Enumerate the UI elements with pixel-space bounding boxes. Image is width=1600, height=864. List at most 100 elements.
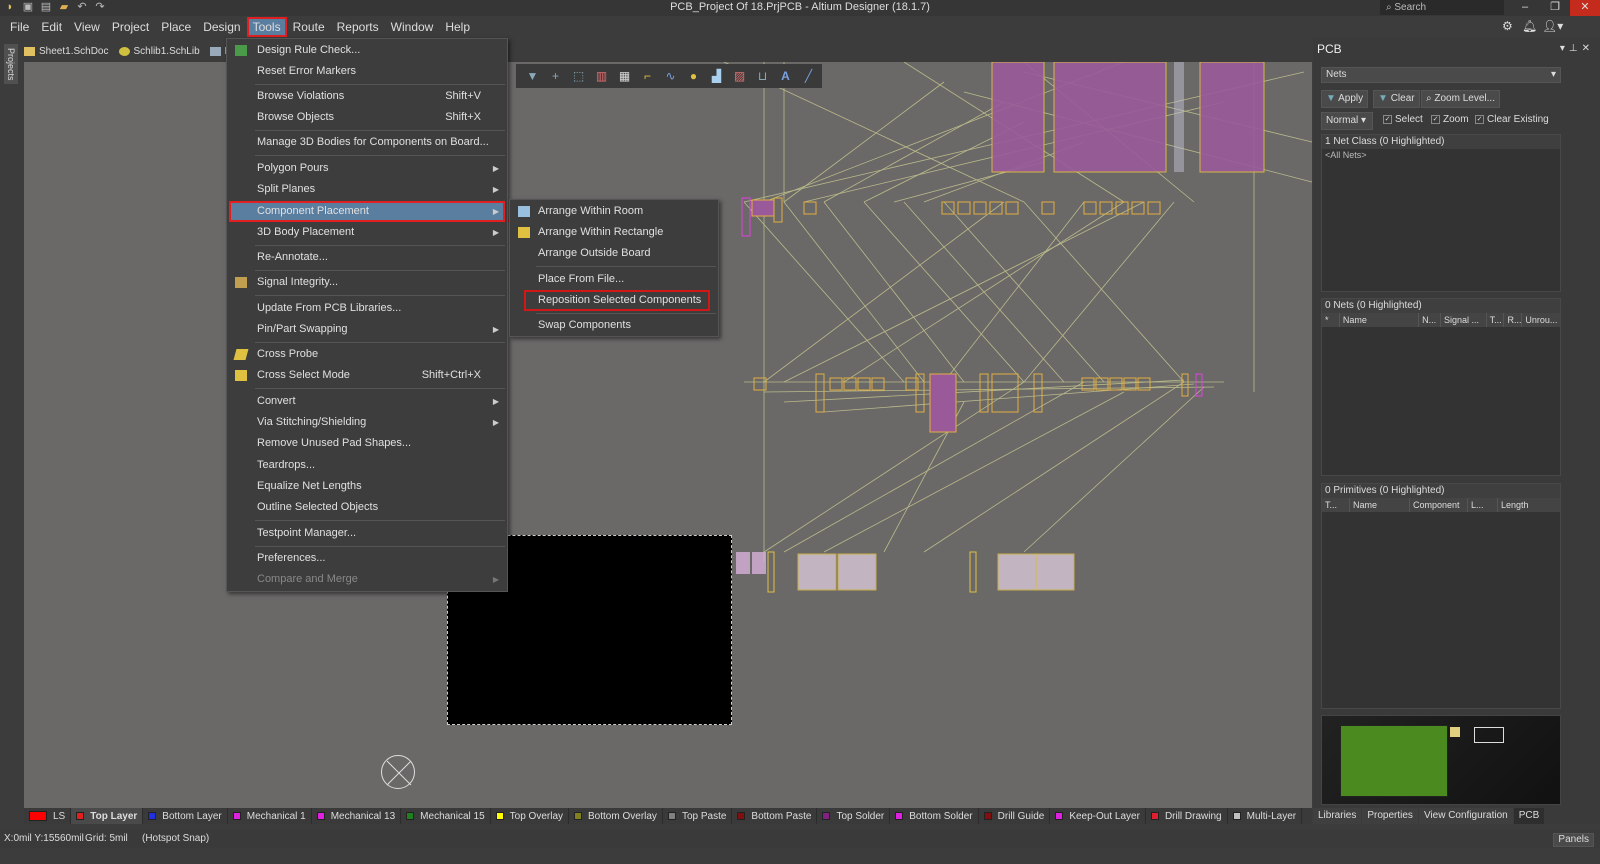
- submenu-item-swap-components[interactable]: Swap Components: [512, 315, 716, 336]
- tab-view-configuration[interactable]: View Configuration: [1418, 808, 1513, 824]
- layer-tab-top-overlay[interactable]: Top Overlay: [491, 808, 570, 824]
- menu-project[interactable]: Project: [106, 17, 155, 37]
- board-preview[interactable]: [1321, 715, 1561, 805]
- menu-item-polygon-pours[interactable]: Polygon Pours ▶: [229, 158, 505, 179]
- projects-tab[interactable]: Projects: [4, 44, 18, 84]
- col-header[interactable]: N...: [1419, 313, 1441, 327]
- menu-window[interactable]: Window: [385, 17, 440, 37]
- submenu-item-reposition-selected-components[interactable]: Reposition Selected Components: [524, 290, 710, 311]
- menu-item-3d-body-placement[interactable]: 3D Body Placement ▶: [229, 222, 505, 243]
- col-header[interactable]: Unrou...: [1522, 313, 1560, 327]
- place-pad-icon[interactable]: ●: [685, 68, 702, 85]
- menu-file[interactable]: File: [4, 17, 35, 37]
- clear-button[interactable]: ▼ Clear: [1373, 90, 1420, 108]
- layer-tab-drill-drawing[interactable]: Drill Drawing: [1146, 808, 1228, 824]
- layer-tab-top-solder[interactable]: Top Solder: [817, 808, 891, 824]
- layer-tab-bottom-layer[interactable]: Bottom Layer: [143, 808, 228, 824]
- menu-place[interactable]: Place: [155, 17, 197, 37]
- menu-item-signal-integrity[interactable]: Signal Integrity...: [229, 272, 505, 293]
- line-icon[interactable]: ╱: [800, 68, 817, 85]
- col-header[interactable]: *: [1322, 313, 1340, 327]
- search-input[interactable]: ⌕ Search: [1380, 0, 1504, 15]
- col-header[interactable]: Signal ...: [1441, 313, 1487, 327]
- layer-tab-bottom-overlay[interactable]: Bottom Overlay: [569, 808, 663, 824]
- submenu-item-place-from-file[interactable]: Place From File...: [512, 269, 716, 290]
- col-header-name[interactable]: Name: [1350, 498, 1410, 512]
- menu-item-split-planes[interactable]: Split Planes ▶: [229, 179, 505, 200]
- bell-icon[interactable]: 🔔︎: [1522, 19, 1537, 33]
- submenu-item-arrange-within-rectangle[interactable]: Arrange Within Rectangle: [512, 222, 716, 243]
- menu-tools[interactable]: Tools: [246, 17, 287, 37]
- menu-item-testpoint-manager[interactable]: Testpoint Manager...: [229, 523, 505, 544]
- layer-tab-keep-out[interactable]: Keep-Out Layer: [1050, 808, 1146, 824]
- net-class-item[interactable]: <All Nets>: [1322, 149, 1560, 161]
- zoom-checkbox[interactable]: ✓ Zoom: [1431, 114, 1469, 125]
- menu-edit[interactable]: Edit: [35, 17, 68, 37]
- menu-item-remove-unused-pad-shapes[interactable]: Remove Unused Pad Shapes...: [229, 433, 505, 454]
- menu-item-cross-probe[interactable]: Cross Probe: [229, 344, 505, 365]
- layer-tab-mechanical-1[interactable]: Mechanical 1: [228, 808, 312, 824]
- restore-button[interactable]: ❐: [1540, 0, 1570, 16]
- crosshair-icon[interactable]: +: [547, 68, 564, 85]
- submenu-item-arrange-within-room[interactable]: Arrange Within Room: [512, 201, 716, 222]
- menu-item-convert[interactable]: Convert ▶: [229, 391, 505, 412]
- menu-item-reset-error-markers[interactable]: Reset Error Markers: [229, 61, 505, 82]
- menu-item-cross-select-mode[interactable]: Cross Select Mode Shift+Ctrl+X: [229, 365, 505, 386]
- menu-design[interactable]: Design: [197, 17, 246, 37]
- tab-libraries[interactable]: Libraries: [1313, 808, 1362, 824]
- col-header[interactable]: Length: [1498, 498, 1558, 512]
- clear-existing-checkbox[interactable]: ✓ Clear Existing: [1475, 114, 1549, 125]
- col-header[interactable]: T...: [1487, 313, 1505, 327]
- select-rect-icon[interactable]: ⬚: [570, 68, 587, 85]
- panel-close-icon[interactable]: ✕: [1582, 43, 1594, 54]
- doc-tab-schlib1[interactable]: Schlib1.SchLib: [118, 46, 200, 57]
- component-icon[interactable]: ▦: [616, 68, 633, 85]
- pin-icon[interactable]: ⊥: [1569, 43, 1582, 54]
- menu-item-update-from-pcb-libraries[interactable]: Update From PCB Libraries...: [229, 298, 505, 319]
- layer-tab-bottom-solder[interactable]: Bottom Solder: [890, 808, 979, 824]
- fill-icon[interactable]: ▨: [731, 68, 748, 85]
- apply-button[interactable]: ▼ Apply: [1321, 90, 1369, 108]
- interactive-diff-pair-icon[interactable]: ∿: [662, 68, 679, 85]
- close-button[interactable]: ✕: [1570, 0, 1600, 16]
- menu-item-manage-3d-bodies[interactable]: Manage 3D Bodies for Components on Board…: [229, 132, 505, 153]
- layer-tab-top-layer[interactable]: Top Layer: [71, 808, 144, 824]
- panels-button[interactable]: Panels: [1553, 833, 1594, 847]
- layer-set-button[interactable]: LS: [24, 808, 72, 824]
- view-mode-select[interactable]: Normal ▾: [1321, 112, 1373, 130]
- align-icon[interactable]: ▥: [593, 68, 610, 85]
- menu-item-teardrops[interactable]: Teardrops...: [229, 455, 505, 476]
- doc-tab-sheet1[interactable]: Sheet1.SchDoc: [24, 46, 109, 57]
- submenu-item-arrange-outside-board[interactable]: Arrange Outside Board: [512, 243, 716, 264]
- panel-mode-select[interactable]: Nets ▾: [1321, 67, 1561, 83]
- menu-route[interactable]: Route: [287, 17, 331, 37]
- menu-item-via-stitching[interactable]: Via Stitching/Shielding ▶: [229, 412, 505, 433]
- panel-menu-icon[interactable]: ▾: [1560, 43, 1569, 54]
- tab-properties[interactable]: Properties: [1362, 808, 1418, 824]
- layer-tab-top-paste[interactable]: Top Paste: [663, 808, 733, 824]
- menu-item-outline-selected-objects[interactable]: Outline Selected Objects: [229, 497, 505, 518]
- layer-tab-bottom-paste[interactable]: Bottom Paste: [732, 808, 818, 824]
- string-icon[interactable]: A: [777, 68, 794, 85]
- layer-tab-mechanical-15[interactable]: Mechanical 15: [401, 808, 491, 824]
- layer-tab-drill-guide[interactable]: Drill Guide: [979, 808, 1051, 824]
- minimize-button[interactable]: –: [1510, 0, 1540, 16]
- select-checkbox[interactable]: ✓ Select: [1383, 114, 1423, 125]
- menu-item-re-annotate[interactable]: Re-Annotate...: [229, 247, 505, 268]
- user-icon[interactable]: 👤︎▾: [1542, 19, 1563, 33]
- dimension-icon[interactable]: ⊔: [754, 68, 771, 85]
- col-header[interactable]: L...: [1468, 498, 1498, 512]
- col-header[interactable]: Component: [1410, 498, 1468, 512]
- zoom-level-button[interactable]: ⌕ Zoom Level...: [1421, 90, 1500, 108]
- menu-item-equalize-net-lengths[interactable]: Equalize Net Lengths: [229, 476, 505, 497]
- menu-item-browse-violations[interactable]: Browse Violations Shift+V: [229, 86, 505, 107]
- col-header[interactable]: R...: [1504, 313, 1523, 327]
- menu-item-design-rule-check[interactable]: Design Rule Check...: [229, 40, 505, 61]
- menu-view[interactable]: View: [68, 17, 106, 37]
- gear-icon[interactable]: ⚙: [1502, 19, 1513, 33]
- polygon-icon[interactable]: ▟: [708, 68, 725, 85]
- route-icon[interactable]: ⌐: [639, 68, 656, 85]
- menu-item-pin-part-swapping[interactable]: Pin/Part Swapping ▶: [229, 319, 505, 340]
- col-header[interactable]: T...: [1322, 498, 1350, 512]
- menu-reports[interactable]: Reports: [331, 17, 385, 37]
